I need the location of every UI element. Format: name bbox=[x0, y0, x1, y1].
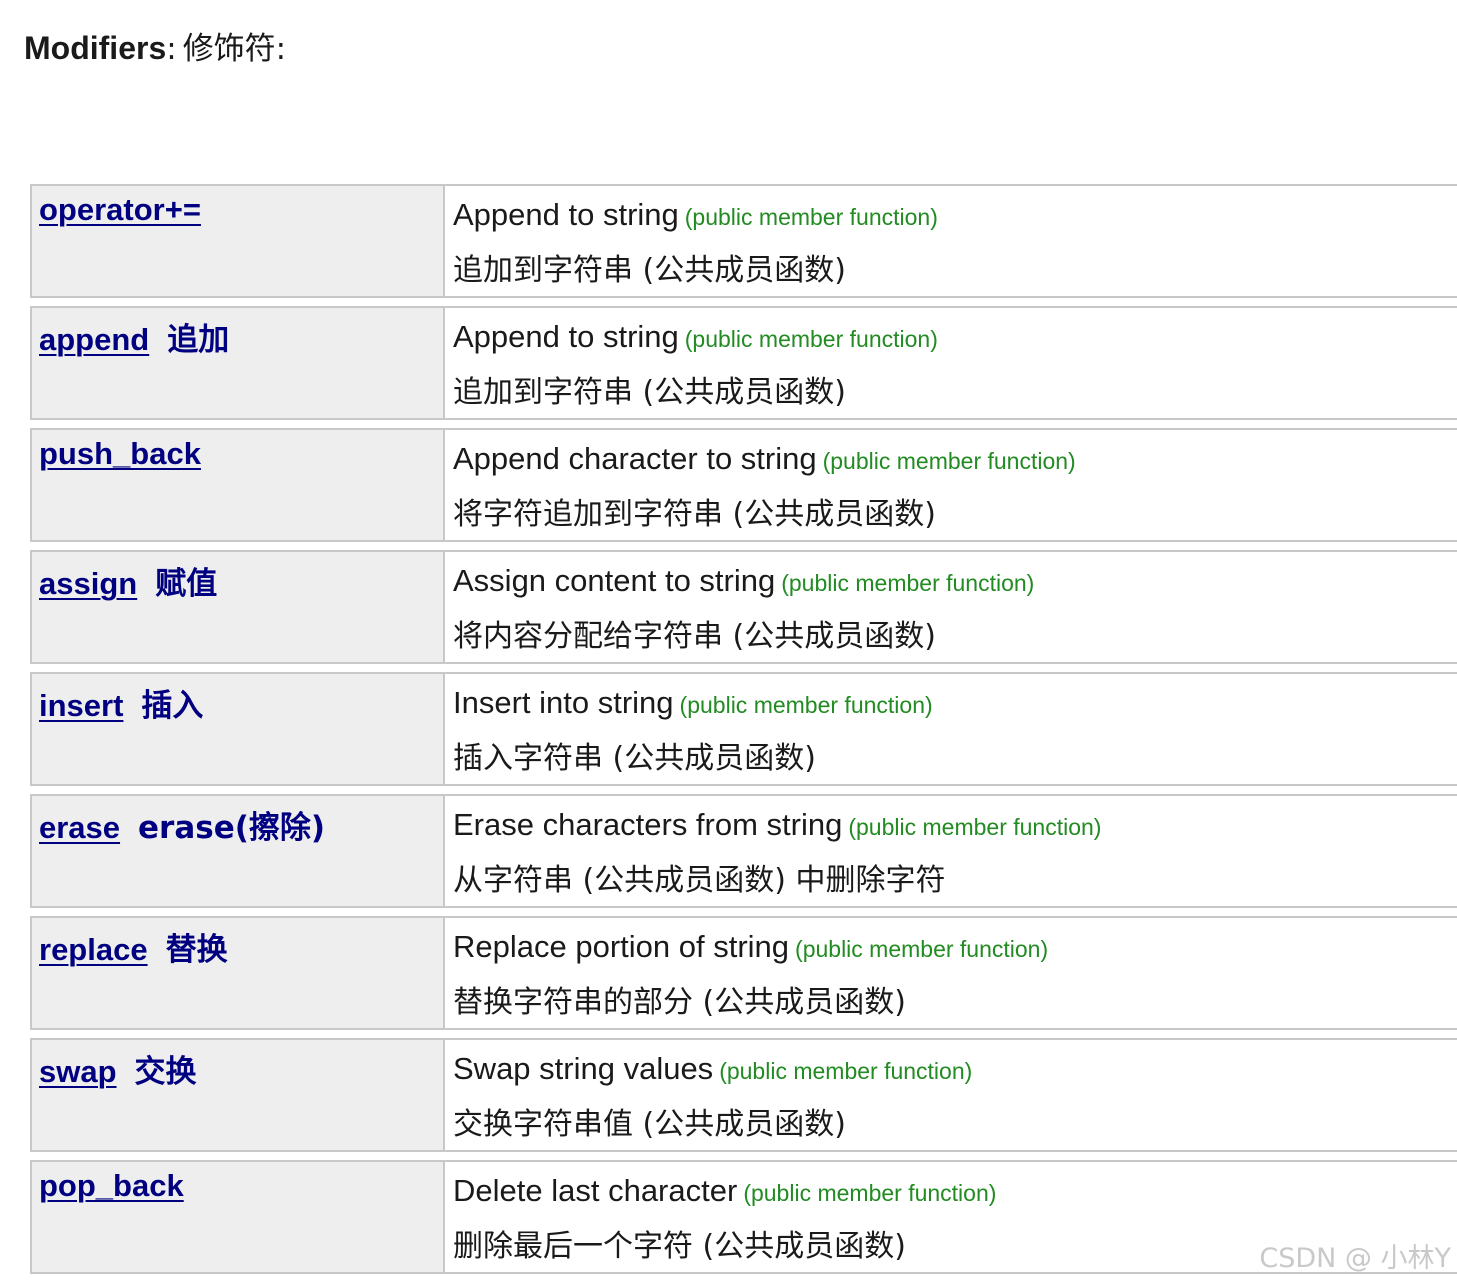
table-row: swap 交换 Swap string values (public member … bbox=[30, 1038, 1457, 1152]
description-en: Replace portion of string (public member … bbox=[453, 926, 1457, 970]
description-text: Delete last character bbox=[453, 1173, 738, 1208]
description-text: Insert into string bbox=[453, 685, 674, 720]
heading-label: Modifiers bbox=[24, 30, 167, 66]
member-kind: (public member function) bbox=[684, 204, 938, 230]
section-heading: Modifiers: 修饰符: bbox=[24, 26, 286, 71]
description-cn: 追加到字符串 (公共成员函数) bbox=[453, 375, 846, 410]
member-link[interactable]: replace bbox=[39, 932, 148, 967]
member-kind: (public member function) bbox=[781, 570, 1035, 596]
description-text: Swap string values bbox=[453, 1051, 714, 1086]
heading-chinese: 修饰符: bbox=[182, 31, 287, 67]
member-description-cell: Replace portion of string (public member … bbox=[445, 918, 1457, 1028]
description-en: Append to string (public member function) bbox=[453, 194, 1457, 238]
member-name-cell: swap 交换 bbox=[32, 1040, 445, 1150]
member-description-cell: Insert into string (public member functio… bbox=[445, 674, 1457, 784]
member-name-cn: 替换 bbox=[165, 932, 228, 968]
member-link[interactable]: insert bbox=[39, 688, 123, 723]
description-text: Append to string bbox=[453, 319, 679, 354]
watermark: CSDN @ 小林Y bbox=[1259, 1243, 1451, 1274]
member-name-cell: operator+= bbox=[32, 186, 445, 296]
member-description-cell: Append character to string (public member… bbox=[445, 430, 1457, 540]
description-en: Erase characters from string (public memb… bbox=[453, 804, 1457, 848]
description-text: Erase characters from string bbox=[453, 807, 843, 842]
description-en: Insert into string (public member functio… bbox=[453, 682, 1457, 726]
member-name-cell: erase erase(擦除) bbox=[32, 796, 445, 906]
member-kind: (public member function) bbox=[795, 936, 1049, 962]
table-row: operator+= Append to string (public membe… bbox=[30, 184, 1457, 298]
table-row: replace 替换 Replace portion of string (publ… bbox=[30, 916, 1457, 1030]
member-kind: (public member function) bbox=[743, 1180, 997, 1206]
description-text: Append character to string bbox=[453, 441, 817, 476]
member-name-cn: erase(擦除) bbox=[138, 810, 326, 846]
member-link[interactable]: push_back bbox=[39, 436, 201, 471]
member-name-cn: 交换 bbox=[134, 1054, 197, 1090]
member-link[interactable]: swap bbox=[39, 1054, 117, 1089]
table-row: pop_back Delete last character (public me… bbox=[30, 1160, 1457, 1274]
member-link[interactable]: assign bbox=[39, 566, 137, 601]
member-link[interactable]: erase bbox=[39, 810, 120, 845]
description-cn: 从字符串 (公共成员函数) 中删除字符 bbox=[453, 863, 946, 898]
description-cn: 将内容分配给字符串 (公共成员函数) bbox=[453, 619, 936, 654]
member-name-cell: pop_back bbox=[32, 1162, 445, 1272]
description-cn: 替换字符串的部分 (公共成员函数) bbox=[453, 985, 906, 1020]
description-en: Append character to string (public member… bbox=[453, 438, 1457, 482]
heading-separator: : bbox=[166, 31, 177, 67]
member-description-cell: Erase characters from string (public memb… bbox=[445, 796, 1457, 906]
description-cn: 交换字符串值 (公共成员函数) bbox=[453, 1107, 846, 1142]
member-kind: (public member function) bbox=[822, 448, 1076, 474]
member-name-cell: push_back bbox=[32, 430, 445, 540]
description-cn: 将字符追加到字符串 (公共成员函数) bbox=[453, 497, 936, 532]
member-kind: (public member function) bbox=[679, 692, 933, 718]
member-name-cell: replace 替换 bbox=[32, 918, 445, 1028]
member-description-cell: Assign content to string (public member f… bbox=[445, 552, 1457, 662]
description-text: Append to string bbox=[453, 197, 679, 232]
table-row: erase erase(擦除) Erase characters from str… bbox=[30, 794, 1457, 908]
table-row: assign 赋值 Assign content to string (public… bbox=[30, 550, 1457, 664]
member-name-cell: append 追加 bbox=[32, 308, 445, 418]
member-description-cell: Append to string (public member function)… bbox=[445, 186, 1457, 296]
description-text: Replace portion of string bbox=[453, 929, 790, 964]
member-kind: (public member function) bbox=[719, 1058, 973, 1084]
description-cn: 插入字符串 (公共成员函数) bbox=[453, 741, 816, 776]
table-row: insert 插入 Insert into string (public membe… bbox=[30, 672, 1457, 786]
member-kind: (public member function) bbox=[684, 326, 938, 352]
member-kind: (public member function) bbox=[848, 814, 1102, 840]
member-name-cell: assign 赋值 bbox=[32, 552, 445, 662]
member-name-cn: 赋值 bbox=[155, 566, 218, 602]
description-en: Delete last character (public member func… bbox=[453, 1170, 1457, 1214]
table-row: append 追加 Append to string (public member … bbox=[30, 306, 1457, 420]
description-text: Assign content to string bbox=[453, 563, 776, 598]
modifiers-table: operator+= Append to string (public membe… bbox=[30, 184, 1457, 1274]
member-description-cell: Swap string values (public member functio… bbox=[445, 1040, 1457, 1150]
description-en: Assign content to string (public member f… bbox=[453, 560, 1457, 604]
description-en: Swap string values (public member functio… bbox=[453, 1048, 1457, 1092]
description-en: Append to string (public member function) bbox=[453, 316, 1457, 360]
table-row: push_back Append character to string (pub… bbox=[30, 428, 1457, 542]
member-description-cell: Append to string (public member function)… bbox=[445, 308, 1457, 418]
member-link[interactable]: operator+= bbox=[39, 192, 201, 227]
description-cn: 追加到字符串 (公共成员函数) bbox=[453, 253, 846, 288]
member-link[interactable]: append bbox=[39, 322, 149, 357]
member-name-cell: insert 插入 bbox=[32, 674, 445, 784]
member-name-cn: 追加 bbox=[167, 322, 230, 358]
member-name-cn: 插入 bbox=[141, 688, 204, 724]
member-link[interactable]: pop_back bbox=[39, 1168, 184, 1203]
